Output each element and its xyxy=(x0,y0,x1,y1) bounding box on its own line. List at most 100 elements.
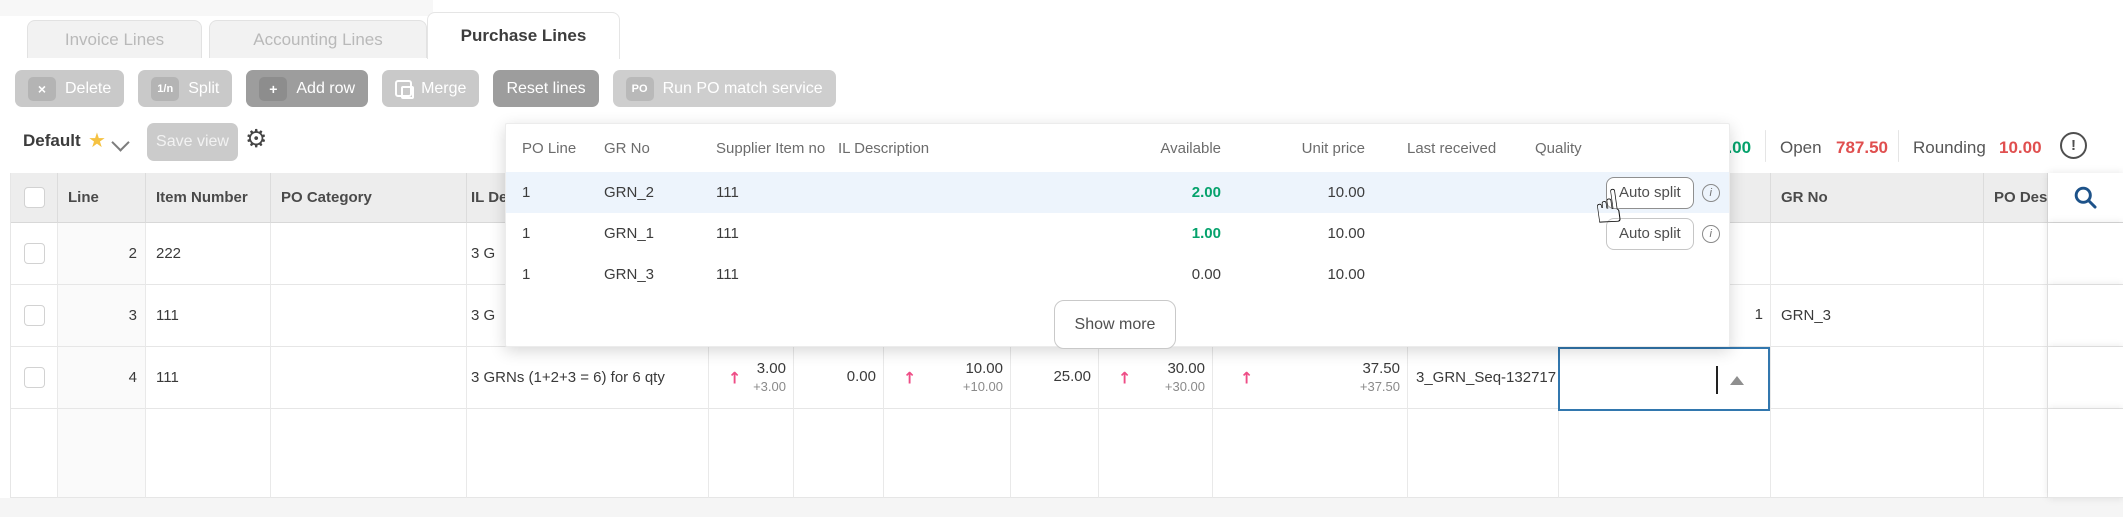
text-caret xyxy=(1716,366,1718,394)
popup-supplier-item: 111 xyxy=(716,266,838,283)
delete-label: Delete xyxy=(65,80,111,98)
empty-cell xyxy=(11,409,58,498)
search-icon[interactable] xyxy=(2072,184,2099,211)
po-category-value[interactable] xyxy=(271,223,467,285)
tab-invoice-lines[interactable]: Invoice Lines xyxy=(27,20,202,59)
popup-unit-price: 10.00 xyxy=(1223,184,1367,201)
header-line[interactable]: Line xyxy=(58,173,146,223)
item-number-value[interactable]: 111 xyxy=(146,347,271,409)
empty-cell xyxy=(1984,409,2048,498)
search-col-cell xyxy=(2048,223,2123,285)
select-all-checkbox[interactable] xyxy=(24,187,45,208)
merge-icon xyxy=(395,80,412,97)
popup-po-line: 1 xyxy=(506,184,604,201)
popup-header-available: Available xyxy=(1135,140,1223,157)
plus-icon: + xyxy=(259,77,287,101)
popup-header-row: PO Line GR No Supplier Item no IL Descri… xyxy=(506,124,1729,172)
line-value: 2 xyxy=(58,223,146,285)
gr-seq-value[interactable]: 3_GRN_Seq-132717 xyxy=(1408,347,1559,409)
chevron-down-icon[interactable] xyxy=(111,133,129,151)
merge-button[interactable]: Merge xyxy=(382,70,479,107)
po-category-value[interactable] xyxy=(271,285,467,347)
tab-purchase-lines[interactable]: Purchase Lines xyxy=(427,12,620,59)
gear-icon[interactable]: ⚙ xyxy=(245,124,267,153)
rounding-value: 10.00 xyxy=(1999,138,2042,158)
popup-available: 0.00 xyxy=(1135,266,1223,283)
add-row-button[interactable]: + Add row xyxy=(246,70,368,107)
popup-po-line: 1 xyxy=(506,266,604,283)
empty-cell xyxy=(1408,409,1559,498)
item-number-value[interactable]: 111 xyxy=(146,285,271,347)
unit-price-cell[interactable]: ↑ 10.00+10.00 xyxy=(884,347,1011,409)
empty-cell xyxy=(1559,409,1771,498)
increase-arrow-icon: ↑ xyxy=(1240,368,1253,387)
split-label: Split xyxy=(188,80,219,98)
empty-cell xyxy=(1771,409,1984,498)
row-checkbox[interactable] xyxy=(24,243,45,264)
header-po-category[interactable]: PO Category xyxy=(271,173,467,223)
popup-unit-price: 10.00 xyxy=(1223,225,1367,242)
popup-header-last-received: Last received xyxy=(1367,140,1507,157)
increase-arrow-icon: ↑ xyxy=(1118,368,1131,387)
popup-header-unit-price: Unit price xyxy=(1223,140,1367,157)
popup-available: 2.00 xyxy=(1135,184,1223,201)
select-all-cell xyxy=(11,173,58,223)
popup-row-grn1[interactable]: 1 GRN_1 111 1.00 10.00 Auto split i xyxy=(506,213,1729,254)
view-selector[interactable]: Default xyxy=(23,131,81,151)
popup-row-grn3[interactable]: 1 GRN_3 111 0.00 10.00 xyxy=(506,254,1729,295)
po-matching-screen: Invoice Lines Accounting Lines Purchase … xyxy=(0,0,2123,517)
header-item-number[interactable]: Item Number xyxy=(146,173,271,223)
gr-no-value[interactable]: GRN_3 xyxy=(1771,285,1984,347)
gr-no-editor[interactable] xyxy=(1558,347,1770,411)
search-col-cell xyxy=(2048,347,2123,409)
search-cell[interactable] xyxy=(2048,173,2123,223)
popup-gr-no: GRN_2 xyxy=(604,184,716,201)
qty-cell[interactable]: ↑ 3.00+3.00 xyxy=(709,347,794,409)
empty-cell xyxy=(271,409,467,498)
row-checkbox[interactable] xyxy=(24,305,45,326)
page-background-strip xyxy=(0,498,2123,517)
po-description-value xyxy=(1984,347,2048,409)
gross-amount-cell[interactable]: ↑ 37.50+37.50 xyxy=(1213,347,1408,409)
header-po-description[interactable]: PO Description xyxy=(1984,173,2048,223)
favorite-star-icon[interactable]: ★ xyxy=(88,128,106,152)
open-qty-cell[interactable]: 0.00 xyxy=(794,347,884,409)
po-icon: PO xyxy=(626,77,654,101)
popup-row-grn2[interactable]: 1 GRN_2 111 2.00 10.00 Auto split i xyxy=(506,172,1729,213)
merge-label: Merge xyxy=(421,80,466,98)
amount-cell[interactable]: 25.00 xyxy=(1011,347,1099,409)
empty-cell xyxy=(467,409,709,498)
empty-cell xyxy=(1099,409,1213,498)
po-category-value[interactable] xyxy=(271,347,467,409)
show-more-button[interactable]: Show more xyxy=(1054,300,1176,349)
reset-lines-button[interactable]: Reset lines xyxy=(493,70,598,107)
reset-lines-label: Reset lines xyxy=(506,80,585,98)
net-amount-cell[interactable]: ↑ 30.00+30.00 xyxy=(1099,347,1213,409)
empty-cell xyxy=(794,409,884,498)
empty-cell xyxy=(146,409,271,498)
item-number-value[interactable]: 222 xyxy=(146,223,271,285)
empty-cell xyxy=(58,409,146,498)
tab-accounting-lines[interactable]: Accounting Lines xyxy=(209,20,427,59)
row-checkbox[interactable] xyxy=(24,367,45,388)
il-description-value[interactable]: 3 GRNs (1+2+3 = 6) for 6 qty xyxy=(467,347,709,409)
dropdown-open-arrow-icon[interactable] xyxy=(1730,376,1744,385)
row-select-cell xyxy=(11,223,58,285)
run-po-match-button[interactable]: PO Run PO match service xyxy=(613,70,836,107)
info-icon[interactable]: i xyxy=(1702,225,1720,243)
info-icon[interactable]: i xyxy=(1702,184,1720,202)
popup-header-il-description: IL Description xyxy=(838,140,1135,157)
po-description-value xyxy=(1984,223,2048,285)
empty-cell xyxy=(1213,409,1408,498)
separator xyxy=(1898,130,1899,162)
table-row-empty xyxy=(11,409,2123,498)
split-icon: 1/n xyxy=(151,77,179,101)
empty-cell xyxy=(1011,409,1099,498)
toolbar: × Delete 1/n Split + Add row Merge Reset… xyxy=(0,58,2123,120)
header-gr-no[interactable]: GR No xyxy=(1771,173,1984,223)
add-row-label: Add row xyxy=(296,80,355,98)
info-icon[interactable]: ! xyxy=(2060,132,2087,159)
delete-button[interactable]: × Delete xyxy=(15,70,124,107)
save-view-button[interactable]: Save view xyxy=(147,123,238,161)
split-button[interactable]: 1/n Split xyxy=(138,70,232,107)
